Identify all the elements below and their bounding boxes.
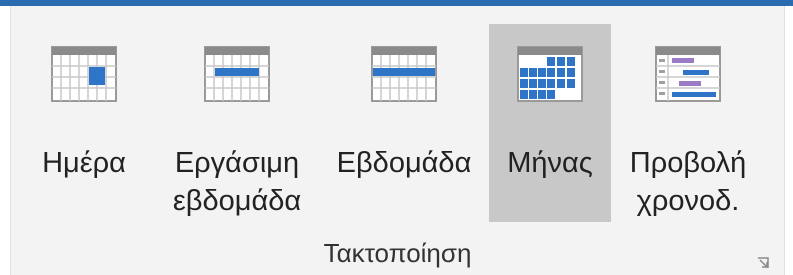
schedule-view-label: Προβολή χρονοδ. — [629, 147, 747, 217]
day-view-button[interactable]: Ημέρα — [23, 24, 145, 222]
dialog-launcher-icon[interactable] — [756, 256, 770, 270]
day-view-label: Ημέρα — [42, 147, 126, 179]
week-view-button[interactable]: Εβδομάδα — [321, 24, 487, 222]
work-week-view-icon — [204, 46, 270, 102]
ribbon-group-title: Τακτοποίηση — [323, 238, 472, 268]
schedule-view-icon — [655, 46, 721, 102]
schedule-view-button[interactable]: Προβολή χρονοδ. — [615, 24, 761, 222]
week-view-label: Εβδομάδα — [336, 147, 472, 179]
work-week-view-button[interactable]: Εργάσιμη εβδομάδα — [157, 24, 317, 222]
week-view-icon — [371, 46, 437, 102]
month-view-label: Μήνας — [507, 147, 593, 179]
work-week-view-label: Εργάσιμη εβδομάδα — [172, 147, 302, 217]
day-view-icon — [51, 46, 117, 102]
arrange-ribbon-group: Ημέρα Εργάσιμη εβδομάδα Εβδομάδα Μήνας Π… — [10, 6, 785, 275]
month-view-icon — [517, 46, 583, 102]
month-view-button[interactable]: Μήνας — [489, 24, 611, 222]
